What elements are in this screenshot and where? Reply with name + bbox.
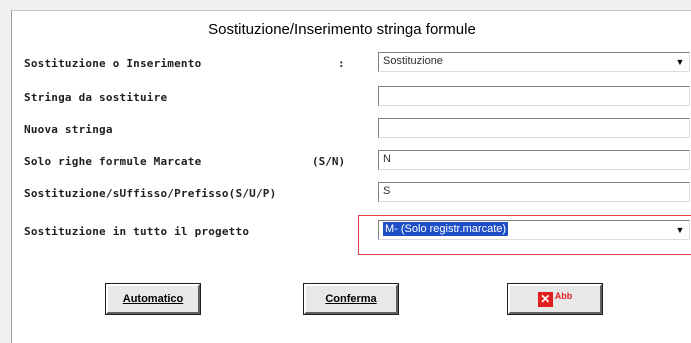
cancel-button[interactable]: ✕ Abb (507, 283, 603, 315)
dialog: Sostituzione/Inserimento stringa formule… (12, 11, 691, 343)
chevron-down-icon[interactable]: ▼ (673, 223, 687, 237)
label-sn-hint: (S/N) (312, 155, 346, 168)
label-sostituzione-inserimento: Sostituzione o Inserimento (24, 57, 202, 70)
automatico-button[interactable]: Automatico (105, 283, 201, 315)
mode-select-value: Sostituzione (383, 55, 443, 67)
label-stringa-da-sostituire: Stringa da sostituire (24, 91, 168, 104)
window-top-edge (0, 0, 691, 11)
label-sostituzione-suffisso-prefisso: Sostituzione/sUffisso/Prefisso(S/U/P) (24, 187, 277, 200)
label-nuova-stringa: Nuova stringa (24, 123, 113, 136)
cancel-button-label: Abb (554, 291, 573, 301)
project-scope-value: M- (Solo registr.marcate) (383, 222, 509, 236)
replacement-string-input[interactable] (378, 118, 690, 138)
conferma-button[interactable]: Conferma (303, 283, 399, 315)
mode-select[interactable]: Sostituzione ▼ (378, 52, 690, 72)
dialog-title: Sostituzione/Inserimento stringa formule (208, 21, 476, 38)
close-icon: ✕ (537, 291, 553, 307)
search-string-input[interactable] (378, 86, 690, 106)
project-scope-select[interactable]: M- (Solo registr.marcate) ▼ (378, 220, 690, 240)
chevron-down-icon[interactable]: ▼ (673, 55, 687, 69)
sup-mode-input[interactable]: S (378, 182, 690, 202)
label-solo-righe-marcate: Solo righe formule Marcate (24, 155, 202, 168)
window-left-edge (0, 10, 12, 343)
label-colon: : (338, 57, 345, 70)
label-sostituzione-tutto-progetto: Sostituzione in tutto il progetto (24, 225, 250, 238)
marked-only-input[interactable]: N (378, 150, 690, 170)
